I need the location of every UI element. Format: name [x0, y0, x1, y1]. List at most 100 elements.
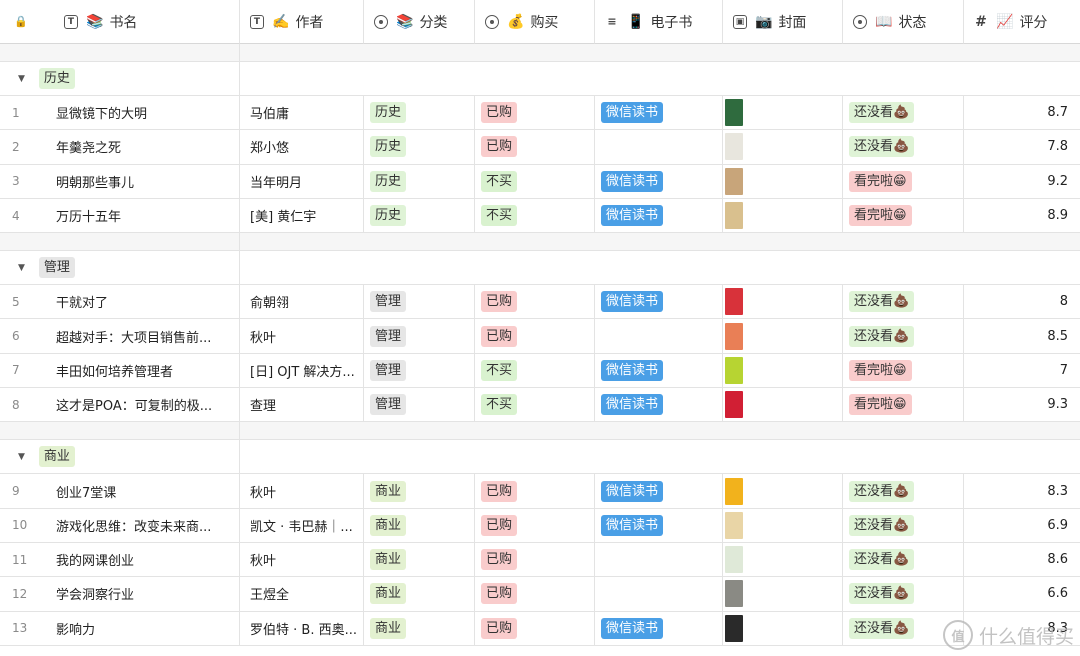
status-tag[interactable]: 还没看💩	[849, 549, 915, 571]
category-tag[interactable]: 商业	[370, 514, 407, 536]
ebook-tag[interactable]: 微信读书	[601, 514, 664, 536]
ebook-cell[interactable]	[595, 130, 723, 165]
score-cell[interactable]: 6.9	[964, 509, 1080, 543]
category-tag[interactable]: 商业	[370, 549, 407, 571]
purchase-cell[interactable]: 已购	[475, 319, 595, 354]
ebook-cell[interactable]	[595, 577, 723, 612]
ebook-cell[interactable]: 微信读书	[595, 388, 723, 423]
author-cell[interactable]: 罗伯特 · B. 西奥...	[240, 611, 364, 646]
status-cell[interactable]: 还没看💩	[843, 96, 964, 131]
status-cell[interactable]: 还没看💩	[843, 130, 964, 165]
author-cell[interactable]: 秋叶	[240, 542, 364, 578]
author-cell[interactable]: 王煜全	[240, 577, 364, 612]
score-cell[interactable]: 7	[964, 354, 1080, 389]
table-row[interactable]: 12 学会洞察行业 王煜全 商业 已购 还没看💩 6.6	[0, 577, 1080, 612]
title-cell[interactable]: 11 我的网课创业	[0, 542, 240, 578]
purchase-tag[interactable]: 不买	[481, 359, 518, 381]
cover-cell[interactable]	[723, 508, 843, 543]
book-cover-thumbnail[interactable]	[725, 133, 743, 161]
category-tag[interactable]: 商业	[370, 480, 407, 502]
title-cell[interactable]: 13 影响力	[0, 611, 240, 646]
status-tag[interactable]: 还没看💩	[849, 325, 915, 347]
group-header[interactable]: ▼ 历史	[0, 62, 1080, 96]
cover-cell[interactable]	[723, 353, 843, 389]
chevron-down-icon[interactable]: ▼	[18, 74, 25, 84]
status-tag[interactable]: 还没看💩	[849, 514, 915, 536]
author-cell[interactable]: 凯文 · 韦巴赫｜...	[240, 508, 364, 543]
purchase-cell[interactable]: 不买	[475, 388, 595, 423]
table-row[interactable]: 9 创业7堂课 秋叶 商业 已购 微信读书 还没看💩 8.3	[0, 474, 1080, 509]
title-cell[interactable]: 7 丰田如何培养管理者	[0, 353, 240, 389]
cover-cell[interactable]	[723, 542, 843, 578]
status-cell[interactable]: 还没看💩	[843, 319, 964, 354]
status-cell[interactable]: 还没看💩	[843, 508, 964, 543]
group-header[interactable]: ▼ 管理	[0, 251, 1080, 286]
category-tag[interactable]: 管理	[370, 325, 407, 347]
book-cover-thumbnail[interactable]	[725, 288, 743, 316]
chevron-down-icon[interactable]: ▼	[18, 263, 25, 273]
category-cell[interactable]: 商业	[364, 611, 475, 646]
purchase-tag[interactable]: 已购	[481, 583, 518, 605]
column-header-cover[interactable]: ▣ 📷 封面	[723, 0, 843, 44]
chevron-down-icon[interactable]: ▼	[18, 452, 25, 462]
column-header-author[interactable]: T ✍️ 作者	[240, 0, 364, 44]
category-tag[interactable]: 管理	[370, 359, 407, 381]
score-cell[interactable]: 8.5	[964, 319, 1080, 354]
ebook-cell[interactable]: 微信读书	[595, 285, 723, 320]
status-cell[interactable]: 还没看💩	[843, 474, 964, 509]
ebook-cell[interactable]: 微信读书	[595, 611, 723, 646]
cover-cell[interactable]	[723, 388, 843, 423]
ebook-tag[interactable]: 微信读书	[601, 205, 664, 227]
score-cell[interactable]: 9.2	[964, 165, 1080, 199]
cover-cell[interactable]	[723, 198, 843, 234]
book-cover-thumbnail[interactable]	[725, 356, 743, 384]
purchase-tag[interactable]: 已购	[481, 136, 518, 158]
status-tag[interactable]: 还没看💩	[849, 480, 915, 502]
purchase-cell[interactable]: 已购	[475, 542, 595, 578]
cover-cell[interactable]	[723, 130, 843, 165]
cover-cell[interactable]	[723, 164, 843, 199]
score-cell[interactable]: 8.7	[964, 96, 1080, 131]
purchase-cell[interactable]: 已购	[475, 611, 595, 646]
status-tag[interactable]: 看完啦😁	[849, 170, 912, 192]
category-cell[interactable]: 商业	[364, 508, 475, 543]
status-tag[interactable]: 还没看💩	[849, 617, 915, 639]
author-cell[interactable]: 马伯庸	[240, 96, 364, 131]
author-cell[interactable]: 秋叶	[240, 319, 364, 354]
book-cover-thumbnail[interactable]	[725, 391, 743, 419]
ebook-cell[interactable]: 微信读书	[595, 96, 723, 131]
status-cell[interactable]: 看完啦😁	[843, 353, 964, 389]
ebook-cell[interactable]: 微信读书	[595, 508, 723, 543]
category-cell[interactable]: 管理	[364, 319, 475, 354]
group-header[interactable]: ▼ 商业	[0, 440, 1080, 475]
ebook-cell[interactable]: 微信读书	[595, 474, 723, 509]
column-header-title[interactable]: 🔒 T 📚 书名	[0, 0, 240, 44]
table-row[interactable]: 6 超越对手：大项目销售前... 秋叶 管理 已购 还没看💩 8.5	[0, 319, 1080, 354]
cover-cell[interactable]	[723, 96, 843, 131]
title-cell[interactable]: 8 这才是POA：可复制的极...	[0, 388, 240, 423]
title-cell[interactable]: 12 学会洞察行业	[0, 577, 240, 612]
category-cell[interactable]: 管理	[364, 353, 475, 389]
book-cover-thumbnail[interactable]	[725, 99, 743, 127]
category-cell[interactable]: 管理	[364, 285, 475, 320]
table-row[interactable]: 4 万历十五年 [美] 黄仁宇 历史 不买 微信读书 看完啦😁 8.9	[0, 198, 1080, 234]
ebook-cell[interactable]: 微信读书	[595, 198, 723, 234]
ebook-tag[interactable]: 微信读书	[601, 291, 664, 313]
table-row[interactable]: 2 年羹尧之死 郑小悠 历史 已购 还没看💩 7.8	[0, 130, 1080, 165]
title-cell[interactable]: 2 年羹尧之死	[0, 130, 240, 165]
purchase-tag[interactable]: 已购	[481, 617, 518, 639]
title-cell[interactable]: 10 游戏化思维：改变未来商...	[0, 508, 240, 543]
status-cell[interactable]: 还没看💩	[843, 577, 964, 612]
purchase-tag[interactable]: 已购	[481, 102, 518, 124]
category-cell[interactable]: 商业	[364, 542, 475, 578]
status-cell[interactable]: 看完啦😁	[843, 198, 964, 234]
purchase-tag[interactable]: 不买	[481, 205, 518, 227]
purchase-cell[interactable]: 已购	[475, 577, 595, 612]
ebook-tag[interactable]: 微信读书	[601, 359, 664, 381]
title-cell[interactable]: 1 显微镜下的大明	[0, 96, 240, 131]
purchase-tag[interactable]: 不买	[481, 394, 518, 416]
book-cover-thumbnail[interactable]	[725, 546, 743, 574]
ebook-tag[interactable]: 微信读书	[601, 170, 664, 192]
book-cover-thumbnail[interactable]	[725, 202, 743, 230]
category-tag[interactable]: 历史	[370, 170, 407, 192]
